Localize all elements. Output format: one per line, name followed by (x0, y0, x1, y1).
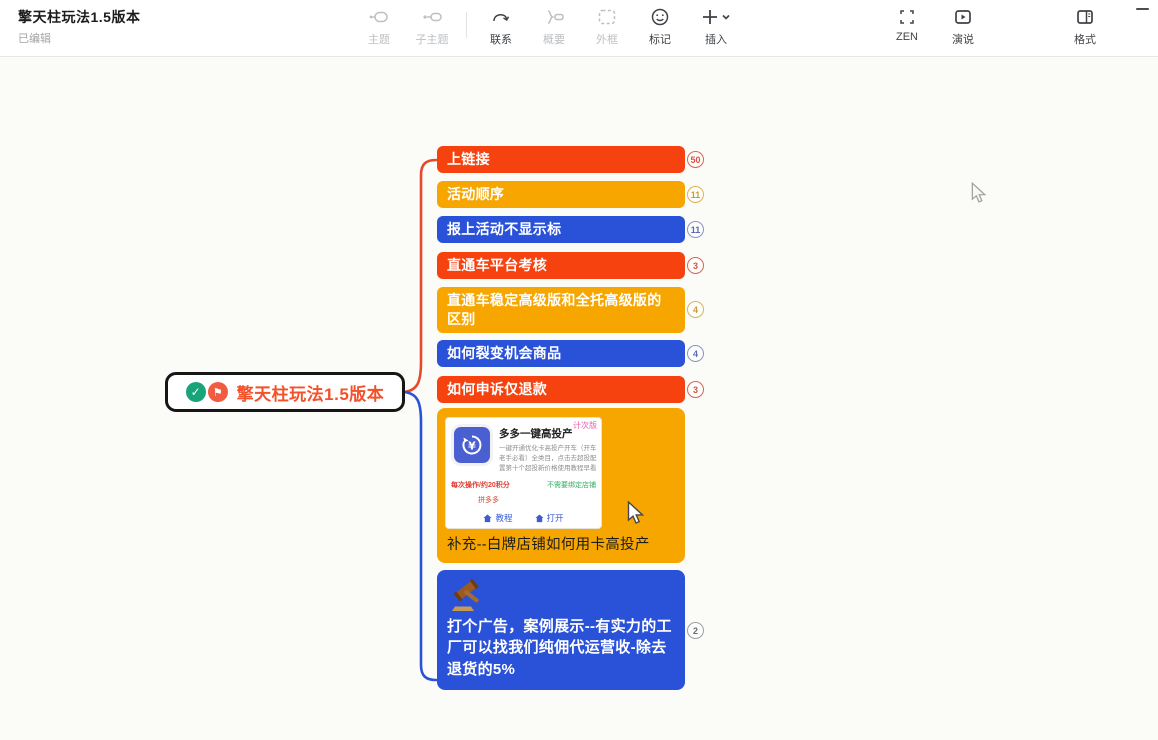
tutorial-button-label: 教程 (495, 512, 512, 524)
image-branch-node[interactable]: 计次版 ¥ 多多一键高投产 一键开通优化卡高投产开车（开车老手必看）全类目，点击… (437, 408, 685, 563)
flag-icon[interactable]: ⚑ (208, 382, 228, 402)
image-node-caption: 补充--白牌店铺如何用卡高投产 (447, 533, 650, 554)
branch-node-5[interactable]: 直通车稳定高级版和全托高级版的区别 (437, 287, 685, 333)
toolbar-center: 主题 子主题 联系 概要 外框 (356, 6, 742, 47)
zen-mode-icon (897, 6, 917, 28)
branch-label: 直通车平台考核 (447, 256, 547, 275)
tool-boundary-label: 外框 (596, 31, 618, 47)
check-icon[interactable]: ✓ (186, 382, 206, 402)
remote-cursor (971, 182, 987, 204)
open-button-label: 打开 (547, 512, 564, 524)
home-icon (535, 514, 544, 523)
tool-subtopic[interactable]: 子主题 (409, 6, 455, 47)
tool-format[interactable]: 格式 (1062, 6, 1108, 47)
tool-summary[interactable]: 概要 (531, 6, 577, 47)
tool-insert-label: 插入 (705, 31, 727, 47)
summary-icon (543, 6, 565, 28)
app-card-platform: 拼多多 (478, 495, 601, 505)
boundary-icon (596, 6, 618, 28)
app-icon: ¥ (454, 427, 490, 463)
tool-zen[interactable]: ZEN (884, 6, 930, 43)
branch-label: 直通车稳定高级版和全托高级版的区别 (447, 291, 675, 329)
tool-marker[interactable]: 标记 (637, 6, 683, 47)
tool-relationship[interactable]: 联系 (478, 6, 524, 47)
insert-icon (700, 6, 732, 28)
branch-label: 如何申诉仅退款 (447, 380, 547, 399)
home-icon (483, 514, 492, 523)
tool-format-label: 格式 (1074, 31, 1096, 47)
tool-summary-label: 概要 (543, 31, 565, 47)
app-card-description: 一键开通优化卡高投产开车（开车老手必看）全类目，点击去超投配置第十个超投新价格使… (499, 444, 599, 473)
tool-marker-label: 标记 (649, 31, 671, 47)
gavel-icon (447, 578, 487, 614)
app-card-tag: 计次版 (573, 420, 597, 431)
tool-presentation-label: 演说 (952, 31, 974, 47)
root-markers: ✓ ⚑ (186, 382, 228, 402)
child-count-badge[interactable]: 11 (687, 221, 704, 238)
branch-label: 如何裂变机会商品 (447, 344, 561, 363)
branch-label: 活动顺序 (447, 185, 504, 204)
tool-zen-label: ZEN (896, 31, 918, 43)
branch-label: 上链接 (447, 150, 490, 169)
branch-label: 报上活动不显示标 (447, 220, 561, 239)
mindmap-canvas[interactable]: ✓ ⚑ 擎天柱玩法1.5版本 上链接 活动顺序 报上活动不显示标 直通车平台考核… (0, 57, 1158, 740)
ad-branch-node[interactable]: 打个广告，案例展示--有实力的工厂可以找我们纯佣代运营收-除去退货的5% (437, 570, 685, 690)
relationship-icon (490, 6, 512, 28)
branch-node-4[interactable]: 直通车平台考核 (437, 252, 685, 279)
format-panel-icon (1075, 6, 1095, 28)
branch-node-6[interactable]: 如何裂变机会商品 (437, 340, 685, 367)
ad-node-text: 打个广告，案例展示--有实力的工厂可以找我们纯佣代运营收-除去退货的5% (447, 616, 679, 680)
subtopic-icon (421, 6, 443, 28)
topic-icon (368, 6, 390, 28)
toolbar-right: ZEN 演说 格式 (884, 6, 1108, 47)
toolbar-divider (466, 12, 467, 38)
presentation-icon (953, 6, 973, 28)
document-info: 擎天柱玩法1.5版本 已编辑 (18, 7, 140, 46)
branch-node-2[interactable]: 活动顺序 (437, 181, 685, 208)
document-status: 已编辑 (18, 30, 140, 46)
child-count-badge[interactable]: 11 (687, 186, 704, 203)
tool-presentation[interactable]: 演说 (940, 6, 986, 47)
child-count-badge[interactable]: 4 (687, 345, 704, 362)
child-count-badge[interactable]: 3 (687, 381, 704, 398)
tool-subtopic-label: 子主题 (416, 31, 449, 47)
child-count-badge[interactable]: 4 (687, 301, 704, 318)
tool-topic-label: 主题 (368, 31, 390, 47)
root-label: 擎天柱玩法1.5版本 (237, 380, 385, 405)
embedded-app-card: 计次版 ¥ 多多一键高投产 一键开通优化卡高投产开车（开车老手必看）全类目，点击… (445, 417, 602, 529)
tool-insert[interactable]: 插入 (690, 6, 742, 47)
branch-node-3[interactable]: 报上活动不显示标 (437, 216, 685, 243)
open-button[interactable]: 打开 (535, 512, 564, 524)
top-toolbar: 擎天柱玩法1.5版本 已编辑 主题 子主题 联系 概要 (0, 0, 1158, 57)
root-node[interactable]: ✓ ⚑ 擎天柱玩法1.5版本 (165, 372, 405, 412)
tool-relationship-label: 联系 (490, 31, 512, 47)
branch-node-7[interactable]: 如何申诉仅退款 (437, 376, 685, 403)
marker-icon (650, 6, 670, 28)
svg-text:¥: ¥ (468, 440, 476, 453)
app-card-note: 不需要绑定店铺 (547, 480, 596, 490)
tutorial-button[interactable]: 教程 (483, 512, 512, 524)
child-count-badge[interactable]: 3 (687, 257, 704, 274)
window-minimize-dash[interactable] (1136, 8, 1149, 10)
tool-boundary[interactable]: 外框 (584, 6, 630, 47)
document-title: 擎天柱玩法1.5版本 (18, 7, 140, 27)
tool-topic[interactable]: 主题 (356, 6, 402, 47)
app-card-cost: 每次操作/约20积分 (451, 480, 510, 490)
branch-node-1[interactable]: 上链接 (437, 146, 685, 173)
child-count-badge[interactable]: 2 (687, 622, 704, 639)
child-count-badge[interactable]: 50 (687, 151, 704, 168)
